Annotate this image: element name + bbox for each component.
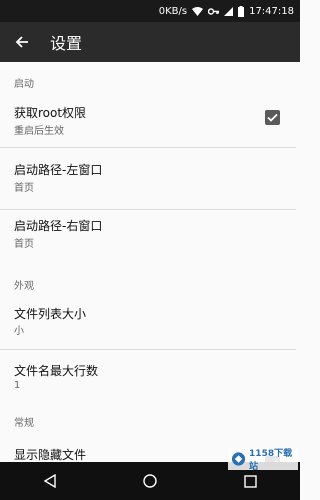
setting-title: 启动路径-右窗口 — [14, 219, 103, 233]
nav-home-button[interactable] — [130, 462, 170, 500]
setting-summary: 小 — [14, 326, 24, 337]
setting-root-access[interactable]: 获取root权限 重启后生效 — [0, 96, 300, 146]
back-button[interactable] — [0, 22, 44, 62]
category-appearance: 外观 — [14, 281, 34, 292]
square-recents-icon — [243, 474, 257, 488]
battery-icon — [238, 5, 245, 17]
settings-list[interactable]: 启动 获取root权限 重启后生效 启动路径-左窗口 首页 启动路径-右窗口 首… — [0, 62, 300, 462]
setting-summary: 首页 — [14, 183, 34, 194]
check-icon — [267, 113, 278, 122]
setting-start-path-left[interactable]: 启动路径-左窗口 首页 — [0, 148, 300, 208]
root-access-checkbox[interactable] — [265, 110, 280, 125]
setting-title: 文件名最大行数 — [14, 364, 99, 378]
clock: 17:47:18 — [249, 5, 294, 17]
setting-summary: 首页 — [14, 239, 34, 250]
setting-filename-max-lines[interactable]: 文件名最大行数 1 — [0, 350, 300, 398]
setting-start-path-right[interactable]: 启动路径-右窗口 首页 — [0, 210, 300, 266]
setting-file-list-size[interactable]: 文件列表大小 小 — [0, 300, 300, 346]
app-bar: 设置 — [0, 22, 300, 62]
key-icon — [208, 7, 220, 15]
setting-summary: 1 — [14, 380, 21, 391]
signal-icon — [224, 6, 234, 16]
category-general: 常规 — [14, 418, 34, 429]
wifi-icon — [192, 6, 204, 16]
page-title: 设置 — [50, 34, 83, 53]
network-speed: 0KB/s — [158, 5, 188, 17]
watermark-text: 1158下载站 — [249, 449, 293, 472]
category-startup: 启动 — [14, 79, 34, 90]
setting-title: 显示隐藏文件 — [14, 448, 87, 462]
setting-title: 文件列表大小 — [14, 307, 87, 321]
circle-home-icon — [143, 474, 157, 488]
setting-title: 获取root权限 — [14, 106, 87, 120]
setting-summary: 重启后生效 — [14, 126, 64, 137]
arrow-back-icon — [15, 36, 28, 48]
status-bar: 0KB/s 17:47:18 — [0, 0, 300, 22]
setting-title: 启动路径-左窗口 — [14, 163, 103, 177]
watermark-logo-icon — [231, 452, 246, 466]
nav-back-button[interactable] — [30, 462, 70, 500]
triangle-back-icon — [43, 474, 56, 488]
watermark: 1158下载站 — [228, 448, 298, 472]
